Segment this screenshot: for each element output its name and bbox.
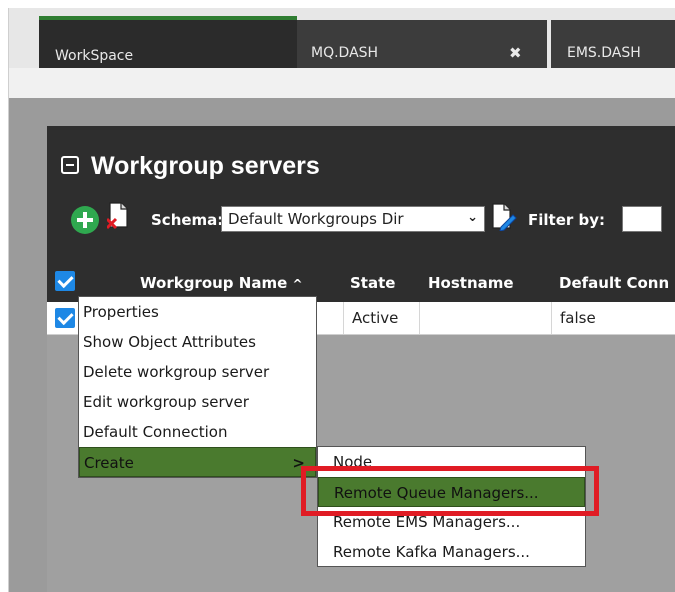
schema-select[interactable]: Default Workgroups Dir ⌄ (221, 206, 485, 232)
app-frame: WorkSpace MQ.DASH ✖ EMS.DASH Workgroup s… (8, 8, 675, 592)
menu-item-delete-workgroup-server[interactable]: Delete workgroup server (79, 357, 316, 387)
tab-workspace-label: WorkSpace (55, 48, 134, 64)
menu-item-create-label: Create (84, 454, 134, 472)
add-icon[interactable] (71, 206, 99, 234)
tab-mq-dash-label: MQ.DASH (311, 45, 379, 61)
page-title: Workgroup servers (61, 152, 320, 181)
column-state[interactable]: State (350, 274, 395, 292)
row-checkbox[interactable] (55, 308, 75, 328)
menu-item-show-object-attributes[interactable]: Show Object Attributes (79, 327, 316, 357)
cell-state: Active (343, 302, 419, 334)
tab-mq-dash[interactable]: MQ.DASH ✖ (297, 20, 547, 68)
column-workgroup-name[interactable]: Workgroup Name ^ (140, 274, 303, 292)
sort-ascending-icon: ^ (292, 277, 303, 291)
close-icon[interactable]: ✖ (509, 44, 522, 62)
collapse-icon[interactable] (61, 156, 79, 174)
tab-ems-dash-label: EMS.DASH (567, 45, 641, 61)
filter-input[interactable] (622, 206, 662, 232)
panel-title-text: Workgroup servers (91, 152, 320, 180)
table-header: Workgroup Name ^ State Hostname Default … (47, 266, 675, 300)
schema-select-value: Default Workgroups Dir (228, 210, 404, 228)
submenu-item-remote-kafka-managers[interactable]: Remote Kafka Managers... (318, 537, 585, 567)
delete-document-icon[interactable] (107, 202, 129, 230)
context-menu: Properties Show Object Attributes Delete… (78, 296, 317, 478)
annotation-highlight-box (301, 466, 599, 516)
column-workgroup-name-label: Workgroup Name (140, 274, 288, 292)
sub-toolbar (9, 68, 675, 98)
select-all-checkbox[interactable] (55, 271, 75, 291)
cell-hostname (419, 302, 551, 334)
menu-item-default-connection[interactable]: Default Connection (79, 417, 316, 447)
tab-bar: WorkSpace MQ.DASH ✖ EMS.DASH (9, 8, 675, 68)
column-default-connection[interactable]: Default Conn (559, 274, 669, 292)
menu-item-edit-workgroup-server[interactable]: Edit workgroup server (79, 387, 316, 417)
filter-label: Filter by: (528, 211, 606, 229)
toolbar: Schema: Default Workgroups Dir ⌄ Filter … (71, 198, 675, 234)
tab-ems-dash[interactable]: EMS.DASH (551, 20, 675, 68)
column-hostname[interactable]: Hostname (428, 274, 514, 292)
schema-label: Schema: (151, 211, 224, 229)
cell-default-connection: false (551, 302, 675, 334)
edit-document-icon[interactable] (491, 203, 517, 231)
menu-item-create[interactable]: Create > (79, 447, 316, 477)
chevron-down-icon: ⌄ (467, 210, 478, 225)
tab-workspace[interactable]: WorkSpace (39, 16, 297, 68)
menu-item-properties[interactable]: Properties (79, 297, 316, 327)
